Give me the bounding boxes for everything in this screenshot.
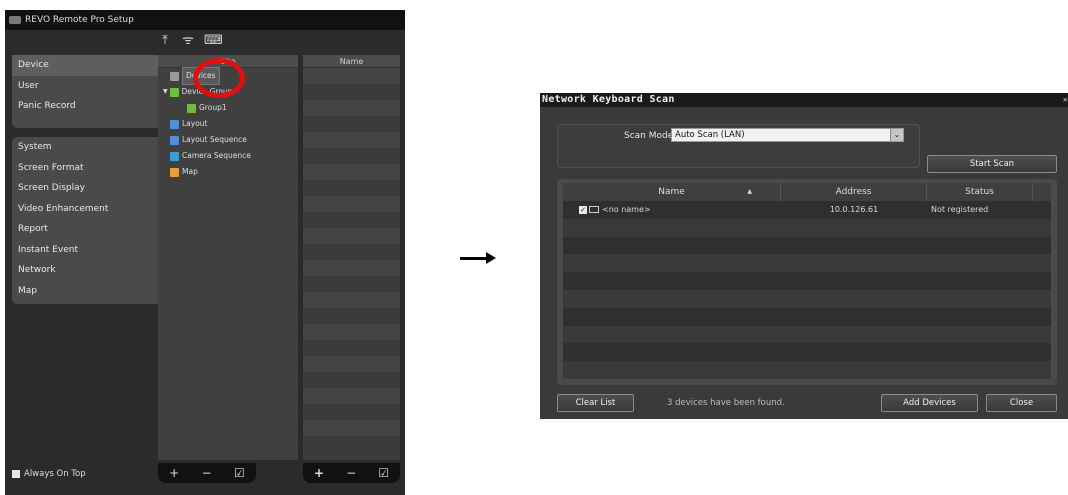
add-site-button[interactable]: + xyxy=(169,466,179,480)
site-tree-panel: Site Devices ▼ Device Group Group1 Layou… xyxy=(158,55,298,460)
tree-item-layout-sequence[interactable]: Layout Sequence xyxy=(170,132,298,148)
menu-item-report[interactable]: Report xyxy=(12,219,158,240)
sort-ascending-icon: ▲ xyxy=(747,188,752,195)
wireless-icon[interactable]: ᯤ xyxy=(181,34,195,48)
setup-title: REVO Remote Pro Setup xyxy=(25,15,134,25)
menu-item-instant-event[interactable]: Instant Event xyxy=(12,240,158,261)
table-row[interactable]: ✓ <no name> 10.0.126.61 Not registered xyxy=(563,201,1051,219)
scan-mode-value: Auto Scan (LAN) xyxy=(675,130,745,140)
layout-sequence-icon xyxy=(170,135,179,145)
column-name-label: Name xyxy=(658,187,685,197)
menu-group-bottom: System Screen Format Screen Display Vide… xyxy=(12,137,158,304)
chevron-down-icon[interactable]: ⌄ xyxy=(890,129,903,141)
device-list-header: Name ▲ Address Status xyxy=(563,183,1051,201)
camera-sequence-icon xyxy=(170,151,179,161)
edit-site-button[interactable]: ☑ xyxy=(234,466,245,480)
tree-label-group1: Group1 xyxy=(199,103,227,112)
column-header-filler xyxy=(1033,183,1051,201)
menu-item-map[interactable]: Map xyxy=(12,281,158,302)
add-devices-button[interactable]: Add Devices xyxy=(881,394,978,412)
highlight-circle xyxy=(193,58,245,98)
menu-item-device[interactable]: Device xyxy=(12,55,158,76)
tree-label-layout: Layout xyxy=(182,119,208,128)
setup-toolbar: ⤒ ᯤ ⌨ xyxy=(158,30,223,52)
expand-arrow-icon[interactable]: ▼ xyxy=(163,84,168,100)
tree-item-camera-sequence[interactable]: Camera Sequence xyxy=(170,148,298,164)
menu-group-top: Device User Panic Record xyxy=(12,55,158,128)
column-status-label: Status xyxy=(965,187,994,197)
scan-mode-select[interactable]: Auto Scan (LAN) ⌄ xyxy=(671,128,904,142)
tree-label-camera-sequence: Camera Sequence xyxy=(182,151,251,160)
group-icon xyxy=(187,103,196,113)
column-header-address[interactable]: Address xyxy=(781,183,927,201)
menu-item-video-enhancement[interactable]: Video Enhancement xyxy=(12,199,158,220)
devices-icon xyxy=(170,71,179,81)
row-name: <no name> xyxy=(602,205,651,214)
keyboard-device-icon xyxy=(589,206,599,213)
remove-name-button[interactable]: − xyxy=(346,466,356,480)
scan-dialog-title: Network Keyboard Scan xyxy=(542,94,675,105)
menu-item-system[interactable]: System xyxy=(12,137,158,158)
scan-dialog: Network Keyboard Scan ✕ Scan Mode : Auto… xyxy=(540,93,1068,419)
edit-name-button[interactable]: ☑ xyxy=(378,466,389,480)
close-icon[interactable]: ✕ xyxy=(1063,93,1068,107)
keyboard-icon[interactable]: ⌨ xyxy=(204,34,223,48)
scan-dialog-titlebar: Network Keyboard Scan ✕ xyxy=(540,93,1068,107)
scan-result-message: 3 devices have been found. xyxy=(667,398,785,408)
map-icon xyxy=(170,167,179,177)
always-on-top-checkbox[interactable] xyxy=(12,470,20,478)
tree-item-map[interactable]: Map xyxy=(170,164,298,180)
site-control-bar: + − ☑ xyxy=(158,463,256,483)
tree-item-layout[interactable]: Layout xyxy=(170,116,298,132)
device-list: ✓ <no name> 10.0.126.61 Not registered xyxy=(563,201,1051,379)
setup-titlebar: REVO Remote Pro Setup xyxy=(5,10,405,30)
tree-item-group1[interactable]: Group1 xyxy=(170,100,298,116)
device-list-frame: Name ▲ Address Status ✓ <no name> 10.0.12… xyxy=(557,179,1057,385)
always-on-top-label: Always On Top xyxy=(24,469,86,479)
tree-label-map: Map xyxy=(182,167,198,176)
start-scan-button[interactable]: Start Scan xyxy=(927,155,1057,173)
menu-item-network[interactable]: Network xyxy=(12,260,158,281)
column-header-name[interactable]: Name ▲ xyxy=(563,183,781,201)
device-group-icon xyxy=(169,87,179,97)
add-name-button[interactable]: + xyxy=(314,466,324,480)
upload-icon[interactable]: ⤒ xyxy=(158,34,172,48)
row-address: 10.0.126.61 xyxy=(829,205,879,214)
row-status: Not registered xyxy=(931,205,989,214)
close-button[interactable]: Close xyxy=(986,394,1057,412)
name-list-panel: Name xyxy=(303,55,400,460)
always-on-top-toggle[interactable]: Always On Top xyxy=(12,469,86,479)
app-icon xyxy=(9,16,21,24)
right-arrow-icon xyxy=(460,252,496,264)
menu-item-user[interactable]: User xyxy=(12,76,158,97)
column-address-label: Address xyxy=(835,187,872,197)
column-header-status[interactable]: Status xyxy=(927,183,1033,201)
name-list-rows xyxy=(303,68,400,452)
name-column-header[interactable]: Name xyxy=(303,55,400,68)
menu-item-screen-display[interactable]: Screen Display xyxy=(12,178,158,199)
clear-list-button[interactable]: Clear List xyxy=(557,394,634,412)
row-checkbox[interactable]: ✓ xyxy=(579,205,587,214)
menu-item-panic-record[interactable]: Panic Record xyxy=(12,96,158,117)
remove-site-button[interactable]: − xyxy=(202,466,212,480)
tree-label-layout-sequence: Layout Sequence xyxy=(182,135,247,144)
menu-item-screen-format[interactable]: Screen Format xyxy=(12,158,158,179)
layout-icon xyxy=(170,119,179,129)
name-control-bar: + − ☑ xyxy=(303,463,400,483)
